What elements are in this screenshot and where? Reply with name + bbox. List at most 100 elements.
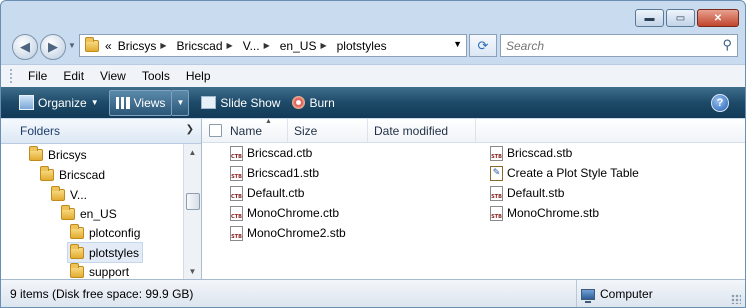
organize-button[interactable]: Organize ▼ bbox=[13, 91, 105, 115]
chevron-right-icon[interactable]: ▶ bbox=[227, 41, 233, 50]
file-name: MonoChrome2.stb bbox=[247, 226, 346, 240]
stb-file-icon: STB bbox=[490, 145, 503, 161]
forward-button[interactable]: ▶ bbox=[40, 34, 66, 60]
menu-help[interactable]: Help bbox=[178, 69, 219, 83]
tree-item-support[interactable]: support bbox=[70, 262, 132, 279]
chevron-right-icon[interactable]: ▶ bbox=[160, 41, 166, 50]
tree-item-label: plotstyles bbox=[89, 245, 140, 260]
folder-icon bbox=[70, 223, 84, 239]
file-name: Bricscad.ctb bbox=[247, 146, 313, 160]
file-item[interactable]: CTB Default.ctb bbox=[230, 184, 304, 202]
chevron-down-icon: ▼ bbox=[90, 98, 99, 107]
menu-grip bbox=[10, 69, 16, 83]
maximize-button[interactable]: ▭ bbox=[666, 9, 695, 27]
tree-item-bricscad[interactable]: Bricscad bbox=[40, 165, 108, 184]
file-name: MonoChrome.ctb bbox=[247, 206, 340, 220]
column-header-date-modified[interactable]: Date modified bbox=[368, 119, 476, 142]
views-dropdown[interactable]: ▼ bbox=[172, 89, 190, 116]
folders-header[interactable]: Folders ❯ bbox=[1, 119, 201, 144]
breadcrumb-en-us[interactable]: en_US ▶ bbox=[277, 39, 334, 53]
status-location: Computer bbox=[576, 280, 653, 307]
breadcrumb-overflow[interactable]: « bbox=[102, 39, 115, 53]
sort-ascending-icon: ▲ bbox=[265, 118, 272, 125]
menu-edit[interactable]: Edit bbox=[55, 69, 92, 83]
scroll-up-icon[interactable]: ▲ bbox=[184, 144, 201, 160]
slideshow-button[interactable]: Slide Show bbox=[195, 91, 286, 115]
back-button[interactable]: ◀ bbox=[12, 34, 38, 60]
views-grid-icon bbox=[115, 96, 130, 109]
file-name: Default.ctb bbox=[247, 186, 305, 200]
tree-item-en-us[interactable]: en_US bbox=[61, 204, 120, 223]
file-item[interactable]: CTB MonoChrome.ctb bbox=[230, 204, 339, 222]
back-arrow-icon: ◀ bbox=[20, 39, 30, 54]
refresh-button[interactable]: ⟳ bbox=[469, 34, 497, 57]
menu-bar: File Edit View Tools Help bbox=[1, 64, 745, 87]
crumb-label: V... bbox=[242, 38, 260, 53]
tree-item-label: Bricscad bbox=[59, 167, 106, 182]
recent-pages-chevron-icon[interactable]: ▼ bbox=[68, 41, 76, 50]
tree-item-plotconfig[interactable]: plotconfig bbox=[70, 223, 143, 242]
file-item[interactable]: STB Bricscad.stb bbox=[490, 144, 572, 162]
stb-file-icon: STB bbox=[230, 165, 243, 181]
window-controls: ▬ ▭ ✕ bbox=[635, 9, 739, 27]
navigation-pane: Folders ❯ Bricsys Bricscad V... en_US pl… bbox=[1, 119, 202, 279]
organize-icon bbox=[19, 95, 34, 110]
close-button[interactable]: ✕ bbox=[697, 9, 739, 27]
slideshow-icon bbox=[201, 96, 217, 109]
file-name: Bricscad1.stb bbox=[247, 166, 320, 180]
file-item[interactable]: STB MonoChrome2.stb bbox=[230, 224, 346, 242]
folder-icon bbox=[51, 185, 65, 201]
status-bar: 9 items (Disk free space: 99.9 GB) Compu… bbox=[1, 279, 745, 307]
file-item[interactable]: STB MonoChrome.stb bbox=[490, 204, 599, 222]
search-icon[interactable]: ⚲ bbox=[722, 37, 732, 53]
tree-item-label: plotconfig bbox=[89, 225, 141, 240]
breadcrumb-version[interactable]: V... ▶ bbox=[240, 39, 277, 53]
breadcrumb-bricscad[interactable]: Bricscad ▶ bbox=[174, 39, 240, 53]
breadcrumb-plotstyles[interactable]: plotstyles bbox=[334, 39, 390, 53]
tree-item-label: en_US bbox=[80, 206, 117, 221]
refresh-icon: ⟳ bbox=[477, 37, 489, 53]
address-dropdown-icon[interactable]: ▼ bbox=[453, 39, 462, 49]
chevron-right-icon[interactable]: ▶ bbox=[264, 41, 270, 50]
file-list-pane: ▲ Name Size Date modified CTB Bricscad.c… bbox=[202, 118, 745, 279]
help-icon: ? bbox=[716, 97, 724, 109]
tree-item-plotstyles[interactable]: plotstyles bbox=[67, 242, 144, 263]
stb-file-icon: STB bbox=[490, 205, 503, 221]
organize-label: Organize bbox=[38, 95, 87, 110]
column-header-name[interactable]: ▲ Name bbox=[224, 118, 288, 142]
chevron-right-icon[interactable]: ▶ bbox=[320, 41, 326, 50]
search-box[interactable]: ⚲ bbox=[500, 34, 738, 57]
minimize-button[interactable]: ▬ bbox=[635, 9, 664, 27]
scroll-down-icon[interactable]: ▼ bbox=[184, 263, 201, 279]
file-name: Default.stb bbox=[507, 186, 565, 200]
help-button[interactable]: ? bbox=[711, 94, 729, 112]
file-name: Create a Plot Style Table bbox=[507, 166, 639, 180]
breadcrumb-bricsys[interactable]: Bricsys ▶ bbox=[115, 39, 174, 53]
column-label: Name bbox=[230, 123, 263, 138]
tree-scrollbar[interactable]: ▲ ▼ bbox=[183, 144, 201, 279]
file-name: Bricscad.stb bbox=[507, 146, 573, 160]
resize-grip[interactable] bbox=[731, 294, 741, 304]
folder-icon bbox=[85, 36, 99, 52]
chevron-down-icon: ▼ bbox=[176, 98, 185, 107]
burn-button[interactable]: Burn bbox=[286, 91, 340, 115]
tree-item-bricsys[interactable]: Bricsys bbox=[29, 145, 90, 164]
search-input[interactable] bbox=[501, 37, 708, 54]
crumb-label: plotstyles bbox=[336, 38, 387, 53]
menu-file[interactable]: File bbox=[20, 69, 55, 83]
views-button[interactable]: Views bbox=[108, 89, 173, 116]
select-all-checkbox[interactable] bbox=[209, 124, 222, 137]
menu-tools[interactable]: Tools bbox=[134, 69, 178, 83]
file-item[interactable]: STB Default.stb bbox=[490, 184, 564, 202]
chevron-down-icon[interactable]: ❯ bbox=[186, 124, 194, 135]
file-item[interactable]: CTB Bricscad.ctb bbox=[230, 144, 312, 162]
address-bar[interactable]: « Bricsys ▶ Bricscad ▶ V... ▶ en_US ▶ plotst… bbox=[79, 34, 467, 57]
folder-icon bbox=[70, 243, 84, 259]
menu-view[interactable]: View bbox=[92, 69, 134, 83]
file-item[interactable]: STB Bricscad1.stb bbox=[230, 164, 319, 182]
file-item[interactable]: ✎ Create a Plot Style Table bbox=[490, 164, 639, 182]
column-header-size[interactable]: Size bbox=[288, 119, 368, 142]
scrollbar-thumb[interactable] bbox=[186, 193, 200, 210]
folders-title: Folders bbox=[20, 124, 61, 138]
tree-item-version[interactable]: V... bbox=[51, 185, 90, 204]
